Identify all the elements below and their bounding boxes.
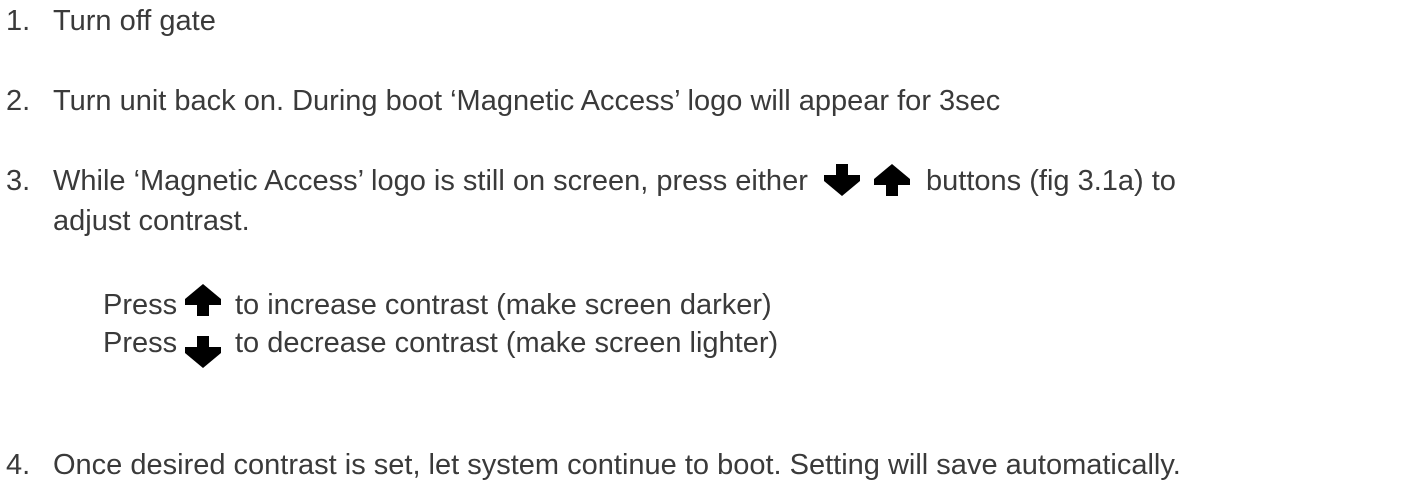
step-4: 4. Once desired contrast is set, let syst…: [6, 446, 1181, 484]
step-3-continuation: adjust contrast.: [53, 205, 250, 237]
step-2: 2. Turn unit back on. During boot ‘Magnet…: [6, 82, 1000, 120]
step-1: 1. Turn off gate: [6, 2, 216, 40]
press-label: Press: [103, 327, 178, 359]
arrow-down-icon: [185, 336, 221, 369]
press-item-decrease: Press to decrease contrast (make screen …: [103, 324, 779, 369]
step-text: Once desired contrast is set, let system…: [53, 449, 1181, 481]
step-text-continued: buttons (fig 3.1a) to: [926, 165, 1176, 197]
arrow-down-icon: [823, 164, 860, 197]
press-item-increase: Press to increase contrast (make screen …: [103, 284, 772, 324]
step-number: 4.: [6, 449, 31, 481]
press-label: Press: [103, 289, 178, 321]
step-text: Turn unit back on. During boot ‘Magnetic…: [53, 85, 1001, 117]
step-text: Turn off gate: [53, 5, 216, 37]
press-text: to decrease contrast (make screen lighte…: [235, 327, 779, 359]
step-number: 3.: [6, 165, 31, 197]
arrow-up-icon: [185, 284, 221, 317]
press-text: to increase contrast (make screen darker…: [235, 289, 772, 321]
step-number: 2.: [6, 85, 31, 117]
step-3: 3. While ‘Magnetic Access’ logo is still …: [6, 162, 1176, 200]
step-number: 1.: [6, 5, 31, 37]
arrow-up-icon: [873, 164, 910, 197]
step-text: While ‘Magnetic Access’ logo is still on…: [53, 165, 808, 197]
